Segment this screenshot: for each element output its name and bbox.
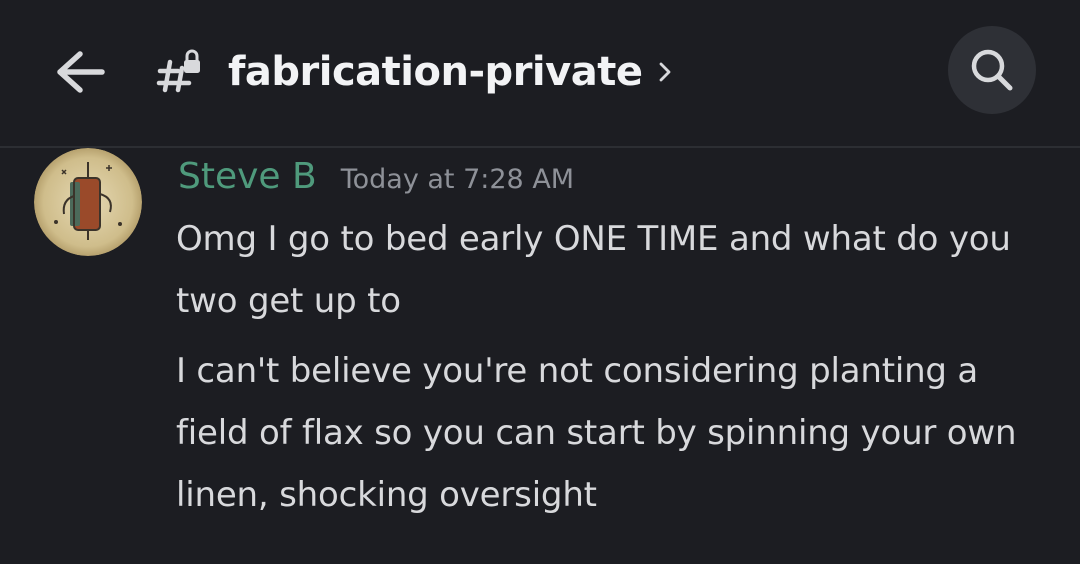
search-icon <box>971 49 1013 91</box>
avatar[interactable] <box>34 148 142 256</box>
channel-title[interactable]: fabrication-private <box>228 44 672 100</box>
header-divider <box>0 146 1080 148</box>
chat-screen: fabrication-private Steve B Today at 7:2… <box>0 0 1080 564</box>
arrow-left-icon <box>57 51 105 93</box>
message-text[interactable]: I can't believe you're not considering p… <box>176 340 1056 526</box>
message-timestamp: Today at 7:28 AM <box>340 164 575 195</box>
channel-name-text: fabrication-private <box>228 49 643 95</box>
chevron-right-icon <box>658 60 672 84</box>
channel-header: fabrication-private <box>0 0 1080 146</box>
author-name[interactable]: Steve B <box>178 156 317 197</box>
search-button[interactable] <box>948 26 1036 114</box>
message-header: Steve B Today at 7:28 AM <box>178 156 574 197</box>
locked-hash-icon <box>156 49 200 93</box>
message-text[interactable]: Omg I go to bed early ONE TIME and what … <box>176 208 1056 332</box>
back-button[interactable] <box>46 40 110 104</box>
